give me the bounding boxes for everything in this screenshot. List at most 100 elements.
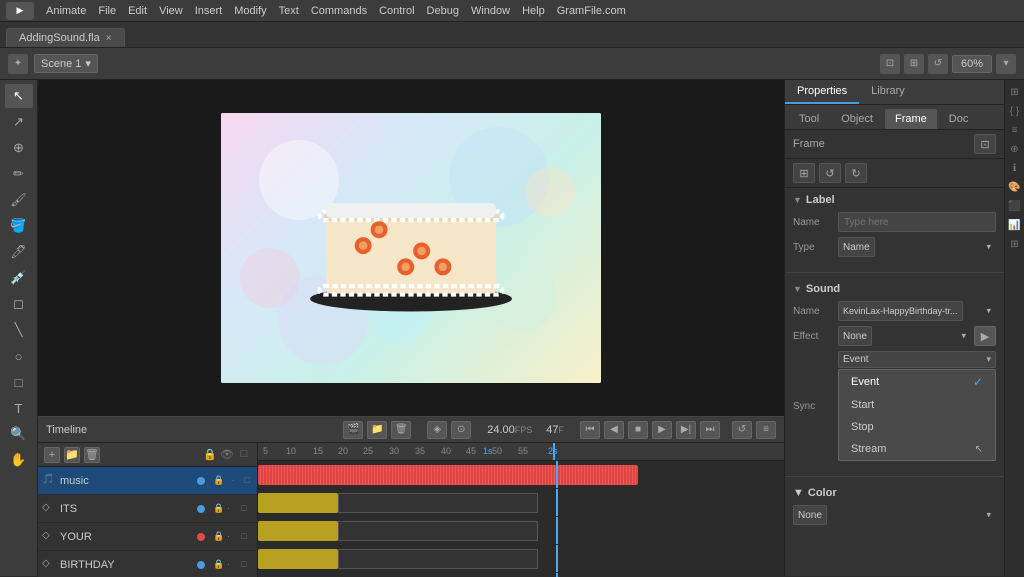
menu-debug[interactable]: Debug — [427, 5, 459, 17]
menu-animate[interactable]: Animate — [46, 5, 86, 17]
menu-commands[interactable]: Commands — [311, 5, 367, 17]
menu-insert[interactable]: Insert — [195, 5, 223, 17]
loop-btn[interactable]: ↺ — [732, 421, 752, 439]
sync-option-stream[interactable]: Stream ↖ — [839, 438, 995, 460]
swatches-icon[interactable]: ⬛ — [1007, 198, 1023, 214]
play-btn[interactable]: ▶ — [652, 421, 672, 439]
transform-icon[interactable]: ⊕ — [1007, 141, 1023, 157]
pencil-tool[interactable]: ✏ — [5, 162, 33, 186]
code-icon[interactable]: { } — [1007, 103, 1023, 119]
lock-icon[interactable]: 🔒 — [213, 475, 225, 486]
delete-layer-btn2[interactable]: 🗑 — [84, 447, 100, 463]
tab-library[interactable]: Library — [859, 80, 917, 104]
menu-help[interactable]: Help — [522, 5, 545, 17]
grid-icon2[interactable]: ⊞ — [1007, 236, 1023, 252]
eyedropper-tool[interactable]: 💉 — [5, 266, 33, 290]
rotate-icon[interactable]: ↺ — [928, 54, 948, 74]
hand-tool[interactable]: ✋ — [5, 448, 33, 472]
add-folder-btn[interactable]: 📁 — [64, 447, 80, 463]
layer-row-its[interactable]: ◇ ITS 🔒 · □ — [38, 495, 257, 523]
sync-option-start[interactable]: Start — [839, 394, 995, 416]
out-its[interactable]: □ — [241, 503, 253, 514]
sync-dropdown-trigger[interactable]: Event ▾ — [838, 351, 996, 368]
lock-birthday[interactable]: 🔒 — [213, 559, 225, 570]
menu-control[interactable]: Control — [379, 5, 414, 17]
out-your[interactable]: □ — [241, 531, 253, 542]
delete-layer-btn[interactable]: 🗑 — [391, 421, 411, 439]
prop-tab-doc[interactable]: Doc — [939, 109, 979, 129]
frame-btn2[interactable]: ↺ — [819, 163, 841, 183]
zoom-reset-icon[interactable]: ⊞ — [904, 54, 924, 74]
vis-your[interactable]: · — [227, 531, 239, 542]
frame-icon-btn[interactable]: ⊡ — [974, 134, 996, 154]
zoom-tool[interactable]: 🔍 — [5, 422, 33, 446]
label-name-input[interactable] — [838, 212, 996, 232]
vis-icon[interactable]: · — [227, 475, 239, 486]
frame-btn3[interactable]: ↻ — [845, 163, 867, 183]
menu-text[interactable]: Text — [279, 5, 299, 17]
subselect-tool[interactable]: ↗ — [5, 110, 33, 134]
sound-name-select[interactable]: KevinLax-HappyBirthday-tr... — [838, 301, 963, 321]
frame-btn1[interactable]: ⊞ — [793, 163, 815, 183]
properties-icon[interactable]: ⊞ — [1007, 84, 1023, 100]
zoom-fit-icon[interactable]: ⊡ — [880, 54, 900, 74]
menu-file[interactable]: File — [98, 5, 116, 17]
line-tool[interactable]: ╲ — [5, 318, 33, 342]
lock-its[interactable]: 🔒 — [213, 503, 225, 514]
color-icon[interactable]: 🎨 — [1007, 179, 1023, 195]
step-forward-btn[interactable]: ▶| — [676, 421, 696, 439]
outline-icon[interactable]: □ — [241, 475, 253, 486]
file-tab-close[interactable]: × — [106, 33, 112, 44]
stop-btn[interactable]: ■ — [628, 421, 648, 439]
prop-tab-object[interactable]: Object — [831, 109, 883, 129]
out-birthday[interactable]: □ — [241, 559, 253, 570]
sound-effect-select[interactable]: None — [838, 326, 872, 346]
vis-its[interactable]: · — [227, 503, 239, 514]
oval-tool[interactable]: ○ — [5, 344, 33, 368]
new-folder-btn[interactable]: 📁 — [367, 421, 387, 439]
motion-tween-btn[interactable]: ◈ — [427, 421, 447, 439]
step-back-btn[interactable]: ◀ — [604, 421, 624, 439]
new-layer-btn[interactable]: 🎬 — [343, 421, 363, 439]
ink-bottle-tool[interactable]: 🖊 — [5, 240, 33, 264]
sound-play-btn[interactable]: ▶ — [974, 326, 996, 346]
file-tab[interactable]: AddingSound.fla × — [6, 28, 125, 47]
add-layer-btn[interactable]: + — [44, 447, 60, 463]
go-to-end-btn[interactable]: ⏭ — [700, 421, 720, 439]
info-icon[interactable]: ℹ — [1007, 160, 1023, 176]
menu-window[interactable]: Window — [471, 5, 510, 17]
brush-tool[interactable]: 🖌 — [5, 188, 33, 212]
sync-option-stop[interactable]: Stop — [839, 416, 995, 438]
transform-tool[interactable]: ⊕ — [5, 136, 33, 160]
rect-tool[interactable]: □ — [5, 370, 33, 394]
eraser-tool[interactable]: ◻ — [5, 292, 33, 316]
go-to-start-btn[interactable]: ⏮ — [580, 421, 600, 439]
menu-modify[interactable]: Modify — [234, 5, 266, 17]
select-tool[interactable]: ↖ — [5, 84, 33, 108]
zoom-value[interactable]: 60% — [952, 55, 992, 73]
prop-tab-tool[interactable]: Tool — [789, 109, 829, 129]
paint-bucket-tool[interactable]: 🪣 — [5, 214, 33, 238]
layer-row-birthday[interactable]: ◇ BIRTHDAY 🔒 · □ — [38, 551, 257, 577]
label-type-select[interactable]: Name — [838, 237, 875, 257]
align-icon[interactable]: ≡ — [1007, 122, 1023, 138]
layer-row-your[interactable]: ◇ YOUR 🔒 · □ — [38, 523, 257, 551]
tab-properties[interactable]: Properties — [785, 80, 859, 104]
settings-btn[interactable]: ≡ — [756, 421, 776, 439]
scene-selector[interactable]: Scene 1 ▾ — [34, 54, 98, 73]
vis-birthday[interactable]: · — [227, 559, 239, 570]
gramfile-badge[interactable]: GramFile.com — [557, 5, 626, 17]
menu-view[interactable]: View — [159, 5, 183, 17]
onion-skin-btn[interactable]: ⊙ — [451, 421, 471, 439]
menu-edit[interactable]: Edit — [128, 5, 147, 17]
chart-icon[interactable]: 📊 — [1007, 217, 1023, 233]
zoom-chevron-icon[interactable]: ▾ — [996, 54, 1016, 74]
text-tool[interactable]: T — [5, 396, 33, 420]
color-select[interactable]: None — [793, 505, 827, 525]
layer-row-music[interactable]: 🎵 music 🔒 · □ — [38, 467, 257, 495]
lock-your[interactable]: 🔒 — [213, 531, 225, 542]
sync-option-event[interactable]: Event ✓ — [839, 370, 995, 394]
grid-icon[interactable]: ✦ — [8, 54, 28, 74]
prop-tab-frame[interactable]: Frame — [885, 109, 937, 129]
playhead[interactable] — [553, 443, 555, 460]
